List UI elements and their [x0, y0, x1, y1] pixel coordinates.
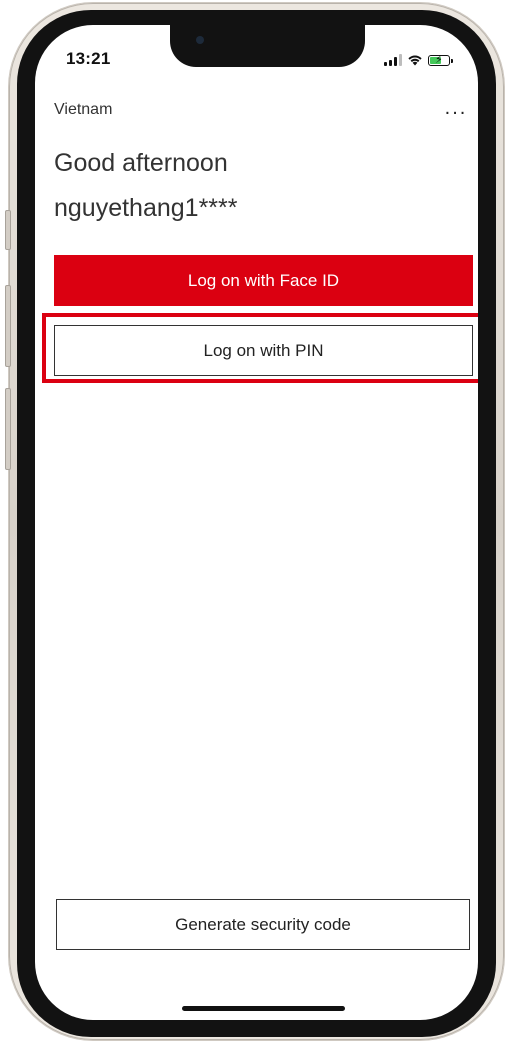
face-id-logon-button[interactable]: Log on with Face ID: [54, 255, 473, 306]
generate-security-code-button[interactable]: Generate security code: [56, 899, 470, 950]
wifi-icon: [408, 55, 422, 66]
username-text: nguyethang1****: [54, 194, 238, 222]
device-mockup: 13:21 ⚡ Vietnam ... Good afternoon nguye: [0, 0, 513, 1045]
camera-icon: [196, 36, 204, 44]
notch: [170, 25, 365, 67]
more-options-icon[interactable]: ...: [436, 93, 476, 123]
pin-logon-button[interactable]: Log on with PIN: [54, 325, 473, 376]
volume-up-button: [5, 285, 11, 367]
home-indicator[interactable]: [182, 1006, 345, 1011]
battery-charging-icon: ⚡: [428, 54, 453, 66]
phone-screen: 13:21 ⚡ Vietnam ... Good afternoon nguye: [35, 25, 478, 1020]
mute-switch: [5, 210, 11, 250]
greeting-text: Good afternoon: [54, 149, 228, 177]
region-label: Vietnam: [54, 101, 113, 118]
status-time: 13:21: [66, 49, 111, 68]
cellular-signal-icon: [384, 54, 402, 66]
volume-down-button: [5, 388, 11, 470]
status-icons: ⚡: [384, 52, 453, 66]
